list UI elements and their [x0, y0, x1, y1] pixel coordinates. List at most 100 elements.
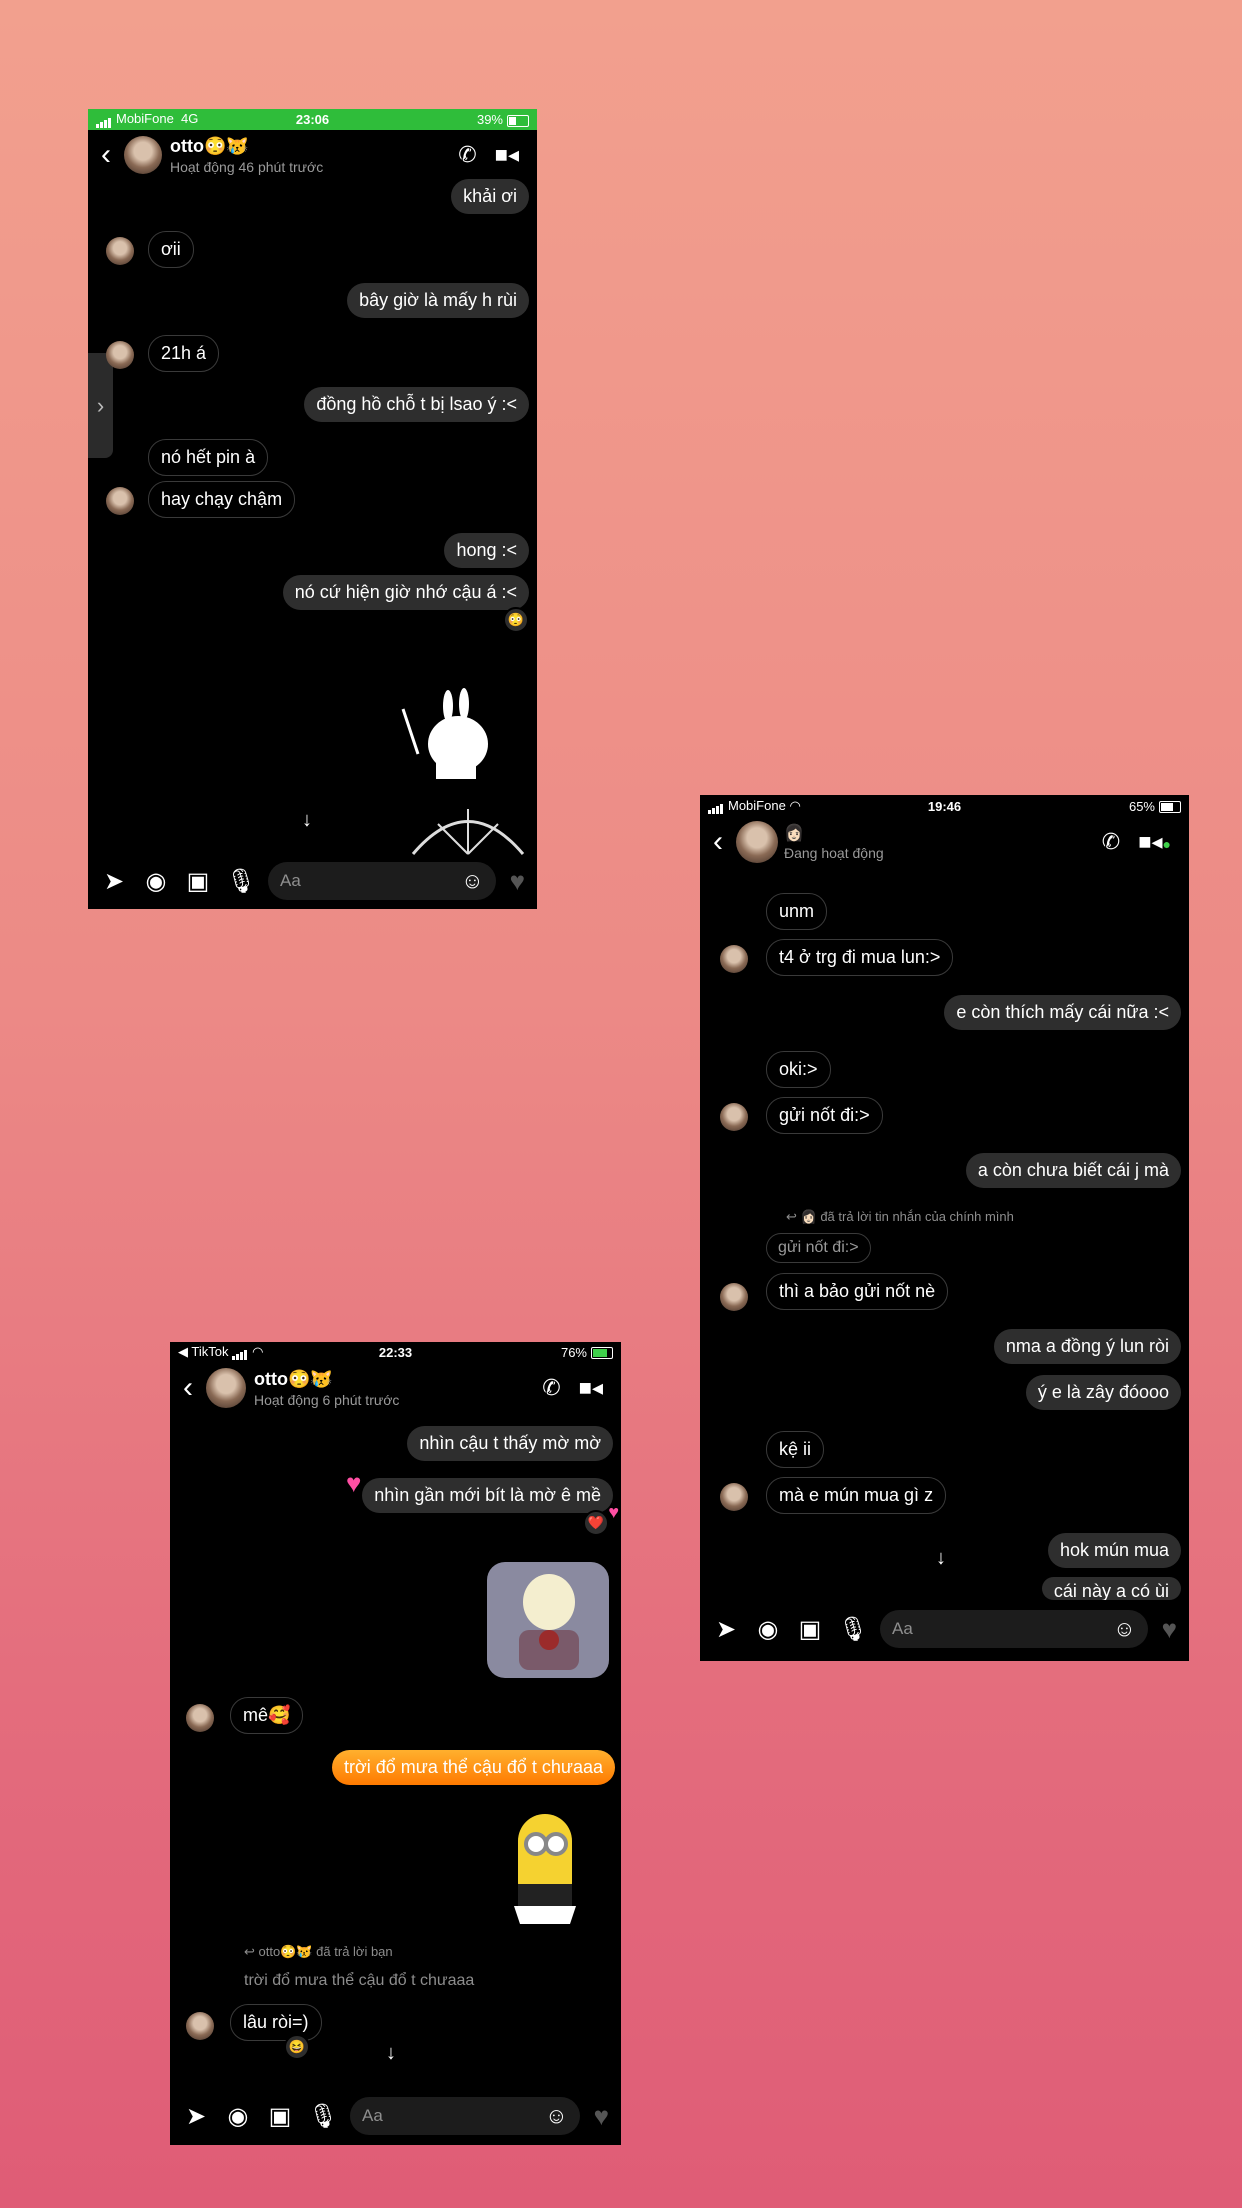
message-bubble[interactable]: nó hết pin à	[148, 439, 269, 476]
clock: 23:06	[295, 112, 330, 127]
sender-avatar	[720, 1483, 748, 1511]
back-icon[interactable]: ‹	[88, 140, 124, 170]
reaction-badge[interactable]: 😳	[503, 607, 529, 633]
heart-icon[interactable]: ♥	[510, 866, 525, 897]
message-bubble[interactable]: mê🥰	[230, 1697, 304, 1734]
message-bubble[interactable]: 21h á	[148, 335, 220, 372]
sender-avatar	[186, 1704, 214, 1732]
battery-level: 76%	[560, 1344, 587, 1360]
chat-header: ‹ 👩🏻 Đang hoạt động ✆ ■◂●	[700, 817, 1189, 867]
scroll-down-icon[interactable]: ↓	[302, 809, 312, 832]
message-bubble[interactable]: t4 ở trg đi mua lun:>	[766, 939, 954, 976]
composer-bar: ➤ ◉ ▣ 🎙 Aa ☺ ♥	[88, 853, 537, 909]
message-bubble[interactable]: hay chạy chậm	[148, 481, 296, 518]
minion-sticker[interactable]	[500, 1800, 590, 1930]
status-bar: ◀ TikTok ◠ 22:33 76%	[170, 1342, 621, 1362]
message-bubble[interactable]: ý e là zây đóooo	[1025, 1375, 1181, 1410]
phone-call-icon[interactable]: ✆	[1102, 829, 1120, 855]
scroll-down-icon[interactable]: ↓	[936, 1547, 946, 1570]
network: 4G	[181, 111, 199, 127]
quoted-message[interactable]: gửi nốt đi:>	[766, 1233, 871, 1263]
wifi-icon: ◠	[789, 797, 801, 813]
reaction-badge[interactable]: 😆	[284, 2034, 310, 2060]
message-input[interactable]: Aa ☺	[350, 2097, 580, 2135]
message-input[interactable]: Aa ☺	[880, 1610, 1148, 1648]
clock: 19:46	[927, 798, 962, 814]
message-bubble[interactable]: nhìn cậu t thấy mờ mờ	[407, 1426, 613, 1461]
message-bubble[interactable]: đồng hồ chỗ t bị lsao ý :<	[304, 387, 529, 422]
avatar[interactable]	[124, 136, 162, 174]
carrier: MobiFone	[728, 797, 786, 813]
message-bubble[interactable]: nhìn gần mới bít là mờ ê mề	[362, 1478, 613, 1513]
quoted-message[interactable]: trời đổ mưa thể cậu đổ t chưaaa	[244, 1972, 474, 1990]
message-bubble[interactable]: hok mún mua	[1047, 1533, 1181, 1568]
sender-avatar	[106, 237, 134, 265]
gallery-icon[interactable]: ▣	[184, 867, 212, 896]
gallery-icon[interactable]: ▣	[266, 2102, 294, 2131]
lightbulb-sticker[interactable]	[485, 1560, 611, 1680]
camera-icon[interactable]: ◉	[224, 2102, 252, 2131]
message-bubble[interactable]: e còn thích mấy cái nữa :<	[944, 995, 1181, 1030]
contact-name[interactable]: otto😳😿	[254, 1369, 399, 1390]
message-bubble[interactable]: bây giờ là mấy h rùi	[347, 283, 529, 318]
heart-icon[interactable]: ♥	[594, 2101, 609, 2132]
message-bubble[interactable]: thì a bảo gửi nốt nè	[766, 1273, 949, 1310]
message-bubble[interactable]: trời đổ mưa thể cậu đổ t chưaaa	[331, 1750, 615, 1785]
drawing-sticker[interactable]	[408, 789, 528, 859]
reply-note: ↩ otto😳😿 đã trả lời bạn	[244, 1944, 393, 1959]
camera-icon[interactable]: ◉	[142, 867, 170, 896]
active-status: Hoạt động 46 phút trước	[170, 158, 324, 175]
side-handle[interactable]: ›	[88, 353, 113, 458]
emoji-icon[interactable]: ☺	[545, 2103, 567, 2129]
message-bubble[interactable]: hong :<	[444, 533, 529, 568]
message-bubble[interactable]: a còn chưa biết cái j mà	[965, 1153, 1181, 1188]
back-icon[interactable]: ‹	[170, 1373, 206, 1403]
back-to-app[interactable]: ◀ TikTok	[178, 1344, 228, 1359]
composer-bar: ➤ ◉ ▣ 🎙 Aa ☺ ♥	[170, 2087, 621, 2145]
message-bubble[interactable]: khải ơi	[451, 179, 529, 214]
phone-call-icon[interactable]: ✆	[458, 142, 476, 168]
sender-avatar	[106, 487, 134, 515]
message-bubble[interactable]: lâu ròi=)	[230, 2004, 322, 2041]
message-bubble[interactable]: unm	[766, 893, 828, 930]
gallery-icon[interactable]: ▣	[796, 1615, 824, 1644]
battery-icon	[1159, 801, 1181, 814]
phone-call-icon[interactable]: ✆	[542, 1375, 560, 1401]
video-call-icon[interactable]: ■◂	[579, 1375, 603, 1401]
heart-icon[interactable]: ♥	[1162, 1614, 1177, 1645]
emoji-icon[interactable]: ☺	[461, 868, 483, 894]
video-call-icon[interactable]: ■◂●	[1138, 829, 1171, 855]
message-bubble[interactable]: mà e mún mua gì z	[766, 1477, 947, 1514]
active-status: Đang hoạt động	[784, 845, 884, 861]
bunny-sticker[interactable]	[398, 684, 508, 784]
location-icon[interactable]: ➤	[712, 1615, 740, 1644]
camera-icon[interactable]: ◉	[754, 1615, 782, 1644]
location-icon[interactable]: ➤	[182, 2102, 210, 2131]
microphone-icon[interactable]: 🎙	[838, 1615, 868, 1644]
message-bubble[interactable]: nó cứ hiện giờ nhớ cậu á :<	[282, 575, 529, 610]
battery-icon	[507, 114, 529, 127]
location-icon[interactable]: ➤	[100, 867, 128, 896]
contact-name-emoji[interactable]: 👩🏻	[784, 823, 884, 843]
reaction-badge[interactable]: ❤️	[583, 1510, 609, 1536]
message-bubble[interactable]: gửi nốt đi:>	[766, 1097, 883, 1134]
message-bubble[interactable]: nma a đồng ý lun ròi	[993, 1329, 1181, 1364]
contact-name[interactable]: otto😳😿	[170, 136, 323, 157]
scroll-down-icon[interactable]: ↓	[386, 2042, 396, 2065]
reply-note: ↩ 👩🏻 đã trả lời tin nhắn của chính mình	[786, 1209, 1014, 1224]
avatar[interactable]	[206, 1368, 246, 1408]
microphone-icon[interactable]: 🎙	[226, 867, 256, 896]
composer-bar: ➤ ◉ ▣ 🎙 Aa ☺ ♥	[700, 1597, 1189, 1661]
back-icon[interactable]: ‹	[700, 827, 736, 857]
message-bubble[interactable]: oki:>	[766, 1051, 831, 1088]
message-bubble[interactable]: kệ ii	[766, 1431, 825, 1468]
avatar[interactable]	[736, 821, 778, 863]
message-input[interactable]: Aa ☺	[268, 862, 496, 900]
microphone-icon[interactable]: 🎙	[308, 2102, 338, 2131]
sender-avatar	[720, 1283, 748, 1311]
emoji-icon[interactable]: ☺	[1113, 1616, 1135, 1642]
sender-avatar	[720, 945, 748, 973]
battery-level: 39%	[476, 112, 503, 127]
message-bubble[interactable]: ơii	[148, 231, 194, 268]
video-call-icon[interactable]: ■◂	[495, 142, 519, 168]
